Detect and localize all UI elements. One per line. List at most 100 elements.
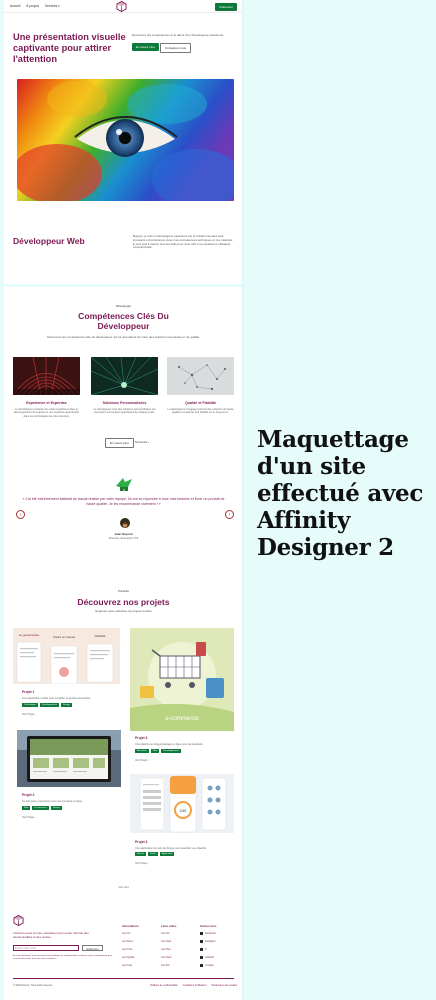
project-link-4[interactable]: Voir Projet › (135, 862, 149, 865)
footer-social-linkedin[interactable]: LinkedIn (200, 956, 216, 959)
hero-image (17, 79, 234, 201)
project-image-1: Le gestionnaire Créez un nouvel Visibili… (13, 628, 120, 684)
avatar (120, 518, 130, 528)
footer-col-heading: Suivez-nous (200, 924, 217, 928)
feature-desc-1: Le développeur possède une vaste expérie… (14, 408, 79, 418)
nav-item-a-propos[interactable]: À propos (26, 4, 39, 8)
section-divider (4, 284, 242, 287)
svg-text:Visibilité: Visibilité (95, 634, 106, 638)
tag[interactable]: Santé (148, 852, 158, 856)
feature-title-1: Expérience et Expertise (26, 401, 67, 405)
learn-more-button[interactable]: En savoir plus (132, 43, 159, 51)
project-desc-1: Une application mobile pour simplifier l… (22, 697, 91, 700)
tag[interactable]: E-commerce (32, 806, 49, 810)
project-title-3: Projet 3 (135, 736, 148, 740)
feature-image-1 (13, 357, 80, 395)
chevron-left-icon[interactable]: ‹ (16, 510, 25, 519)
project-title-1: Projet 1 (22, 690, 35, 694)
footer-link[interactable]: Lien Un (122, 932, 139, 935)
footer-link[interactable]: Lien Six (161, 932, 176, 935)
feature-card-2: Solutions Personnalisées Le développeur … (91, 357, 158, 415)
contact-button[interactable]: Contactez-nous (160, 43, 192, 53)
nav-item-services[interactable]: Services ▾ (45, 4, 60, 8)
tag[interactable]: Fitness (135, 852, 147, 856)
feature-desc-3: Le développeur s'engage à fournir des so… (167, 408, 234, 415)
project-link-1[interactable]: Voir Projet › (22, 713, 36, 716)
footer-social-youtube[interactable]: Youtube (200, 964, 216, 967)
terms-link[interactable]: Conditions d'utilisation (183, 984, 207, 987)
feature-card-1: Expérience et Expertise Le développeur p… (13, 357, 80, 418)
projects-title: Découvrez nos projets (77, 597, 170, 607)
newsletter-disclaimer: En vous abonnant, vous acceptez notre po… (13, 955, 113, 960)
project-tags-4: Fitness Santé Application (135, 852, 175, 856)
footer-link[interactable]: Lien Huit (161, 948, 176, 951)
project-image-4: 240 (130, 774, 234, 833)
project-image-3: e-commerce (130, 628, 234, 731)
tag[interactable]: Web (22, 806, 31, 810)
footer-col-3: Suivez-nous Facebook Instagram X LinkedI… (200, 924, 216, 972)
tag[interactable]: Technologie (22, 703, 38, 707)
project-title-4: Projet 4 (135, 840, 148, 844)
tag[interactable]: Web (150, 749, 160, 753)
footer-col-heading: Liens utiles (161, 924, 177, 928)
view-all-link[interactable]: Voir tout (4, 885, 242, 889)
project-desc-3: Une plateforme d'apprentissage en ligne … (135, 743, 204, 746)
developer-title: Développeur Web (13, 236, 85, 246)
skills-learn-more-button[interactable]: En savoir plus (105, 438, 134, 448)
project-tags-3: Éducation Web Développement (135, 749, 181, 753)
tag[interactable]: Développement (39, 703, 60, 707)
footer-social-x[interactable]: X (200, 948, 216, 951)
tag[interactable]: Design (61, 703, 72, 707)
email-input[interactable]: Entrez votre email (13, 945, 79, 951)
project-link-3[interactable]: Voir Projet › (135, 759, 149, 762)
tag[interactable]: Application (159, 852, 175, 856)
signup-link[interactable]: S'inscrire › (131, 438, 153, 446)
projects-subtitle: Explorez notre sélection de projets réus… (95, 609, 152, 613)
skills-title: Compétences Clés Du Développeur (78, 311, 169, 331)
newsletter-text: Inscrivez-vous à notre newsletter pour r… (13, 931, 89, 939)
skills-eyebrow: Développer (115, 304, 132, 308)
chevron-right-icon[interactable]: › (225, 510, 234, 519)
feature-title-3: Qualité et Fiabilité (185, 401, 216, 405)
subscribe-button[interactable]: S'abonner (215, 3, 237, 11)
logo-icon[interactable] (116, 1, 127, 12)
footer-link[interactable]: Lien Sept (161, 940, 176, 943)
footer-social-label: Instagram (205, 940, 216, 943)
navbar: Accueil À propos Services ▾ S'abonner (4, 0, 242, 13)
footer-link[interactable]: Lien Cinq (122, 964, 139, 967)
footer-social-instagram[interactable]: Instagram (200, 940, 216, 943)
newsletter-subscribe-button[interactable]: S'abonner (82, 945, 103, 951)
facebook-icon (200, 932, 203, 935)
footer-col-heading: Informations (122, 924, 139, 928)
instagram-icon (200, 940, 203, 943)
youtube-icon (200, 964, 203, 967)
x-icon (200, 948, 203, 951)
footer: Inscrivez-vous à notre newsletter pour r… (4, 905, 242, 1000)
testimonial-quote: « J'ai été extrêmement satisfait du trav… (22, 497, 225, 506)
footer-divider (13, 978, 234, 979)
tag[interactable]: Développement (161, 749, 181, 753)
project-tags-2: Web E-commerce Design (22, 806, 62, 810)
privacy-link[interactable]: Politique de confidentialité (150, 984, 178, 987)
footer-link[interactable]: Lien Quatre (122, 956, 139, 959)
cookies-link[interactable]: Paramètres des cookies (212, 984, 238, 987)
footer-social-label: Facebook (205, 932, 216, 935)
footer-link[interactable]: Lien Trois (122, 948, 139, 951)
project-link-2[interactable]: Voir Projet › (22, 816, 36, 819)
footer-link[interactable]: Lien Deux (122, 940, 139, 943)
svg-text:Créez un nouvel: Créez un nouvel (53, 635, 75, 639)
tag[interactable]: Éducation (135, 749, 149, 753)
logo-icon[interactable] (13, 915, 24, 926)
nav-item-accueil[interactable]: Accueil (10, 4, 20, 8)
developer-description: Bonjour, je suis un développeur passionn… (133, 234, 233, 250)
svg-text:▲: ▲ (123, 488, 126, 492)
tag[interactable]: Design (50, 806, 62, 810)
copyright: © 2024 Relume. Tous droits réservés. (13, 984, 53, 987)
footer-link[interactable]: Lien Neuf (161, 956, 176, 959)
footer-link[interactable]: Lien Dix (161, 964, 176, 967)
projects-eyebrow: Portfolio (117, 589, 129, 593)
svg-text:e-commerce: e-commerce (165, 716, 199, 722)
footer-social-facebook[interactable]: Facebook (200, 932, 216, 935)
side-caption: Maquettage d'un site effectué avec Affin… (257, 426, 424, 561)
project-tags-1: Technologie Développement Design (22, 703, 72, 707)
